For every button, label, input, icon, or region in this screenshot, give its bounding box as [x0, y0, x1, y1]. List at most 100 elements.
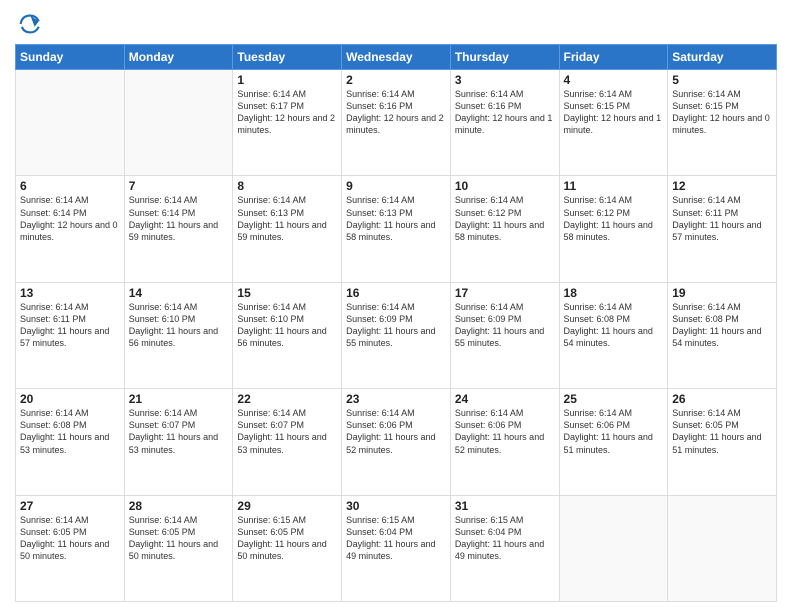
- calendar-cell: [16, 70, 125, 176]
- day-header-thursday: Thursday: [450, 45, 559, 70]
- page: SundayMondayTuesdayWednesdayThursdayFrid…: [0, 0, 792, 612]
- day-info: Sunrise: 6:14 AM Sunset: 6:13 PM Dayligh…: [237, 194, 337, 243]
- calendar-cell: 21Sunrise: 6:14 AM Sunset: 6:07 PM Dayli…: [124, 389, 233, 495]
- day-number: 24: [455, 392, 555, 406]
- day-number: 26: [672, 392, 772, 406]
- day-number: 17: [455, 286, 555, 300]
- day-info: Sunrise: 6:14 AM Sunset: 6:11 PM Dayligh…: [20, 301, 120, 350]
- day-info: Sunrise: 6:14 AM Sunset: 6:09 PM Dayligh…: [346, 301, 446, 350]
- calendar-cell: 2Sunrise: 6:14 AM Sunset: 6:16 PM Daylig…: [342, 70, 451, 176]
- calendar-cell: 5Sunrise: 6:14 AM Sunset: 6:15 PM Daylig…: [668, 70, 777, 176]
- calendar-cell: 31Sunrise: 6:15 AM Sunset: 6:04 PM Dayli…: [450, 495, 559, 601]
- calendar-cell: 9Sunrise: 6:14 AM Sunset: 6:13 PM Daylig…: [342, 176, 451, 282]
- calendar-cell: 25Sunrise: 6:14 AM Sunset: 6:06 PM Dayli…: [559, 389, 668, 495]
- day-number: 3: [455, 73, 555, 87]
- day-number: 18: [564, 286, 664, 300]
- day-info: Sunrise: 6:14 AM Sunset: 6:12 PM Dayligh…: [564, 194, 664, 243]
- day-number: 6: [20, 179, 120, 193]
- day-info: Sunrise: 6:14 AM Sunset: 6:08 PM Dayligh…: [564, 301, 664, 350]
- day-info: Sunrise: 6:14 AM Sunset: 6:17 PM Dayligh…: [237, 88, 337, 137]
- calendar-cell: 26Sunrise: 6:14 AM Sunset: 6:05 PM Dayli…: [668, 389, 777, 495]
- day-number: 14: [129, 286, 229, 300]
- calendar-cell: [668, 495, 777, 601]
- calendar-cell: [124, 70, 233, 176]
- day-number: 9: [346, 179, 446, 193]
- day-number: 10: [455, 179, 555, 193]
- day-number: 21: [129, 392, 229, 406]
- calendar-cell: 18Sunrise: 6:14 AM Sunset: 6:08 PM Dayli…: [559, 282, 668, 388]
- day-number: 11: [564, 179, 664, 193]
- calendar-cell: 29Sunrise: 6:15 AM Sunset: 6:05 PM Dayli…: [233, 495, 342, 601]
- calendar-cell: 11Sunrise: 6:14 AM Sunset: 6:12 PM Dayli…: [559, 176, 668, 282]
- day-number: 15: [237, 286, 337, 300]
- day-number: 8: [237, 179, 337, 193]
- day-number: 1: [237, 73, 337, 87]
- day-header-sunday: Sunday: [16, 45, 125, 70]
- calendar-week-row: 20Sunrise: 6:14 AM Sunset: 6:08 PM Dayli…: [16, 389, 777, 495]
- calendar-header-row: SundayMondayTuesdayWednesdayThursdayFrid…: [16, 45, 777, 70]
- day-number: 13: [20, 286, 120, 300]
- day-number: 29: [237, 499, 337, 513]
- calendar-cell: 20Sunrise: 6:14 AM Sunset: 6:08 PM Dayli…: [16, 389, 125, 495]
- calendar-cell: 24Sunrise: 6:14 AM Sunset: 6:06 PM Dayli…: [450, 389, 559, 495]
- day-number: 23: [346, 392, 446, 406]
- logo: [15, 10, 47, 38]
- calendar-cell: 6Sunrise: 6:14 AM Sunset: 6:14 PM Daylig…: [16, 176, 125, 282]
- day-number: 28: [129, 499, 229, 513]
- calendar-cell: 15Sunrise: 6:14 AM Sunset: 6:10 PM Dayli…: [233, 282, 342, 388]
- day-number: 27: [20, 499, 120, 513]
- day-number: 2: [346, 73, 446, 87]
- day-info: Sunrise: 6:15 AM Sunset: 6:05 PM Dayligh…: [237, 514, 337, 563]
- day-info: Sunrise: 6:14 AM Sunset: 6:12 PM Dayligh…: [455, 194, 555, 243]
- calendar-cell: 19Sunrise: 6:14 AM Sunset: 6:08 PM Dayli…: [668, 282, 777, 388]
- day-number: 7: [129, 179, 229, 193]
- day-info: Sunrise: 6:14 AM Sunset: 6:06 PM Dayligh…: [455, 407, 555, 456]
- day-number: 25: [564, 392, 664, 406]
- day-header-tuesday: Tuesday: [233, 45, 342, 70]
- calendar-cell: 4Sunrise: 6:14 AM Sunset: 6:15 PM Daylig…: [559, 70, 668, 176]
- day-number: 31: [455, 499, 555, 513]
- calendar-cell: 17Sunrise: 6:14 AM Sunset: 6:09 PM Dayli…: [450, 282, 559, 388]
- calendar-week-row: 13Sunrise: 6:14 AM Sunset: 6:11 PM Dayli…: [16, 282, 777, 388]
- calendar-cell: 22Sunrise: 6:14 AM Sunset: 6:07 PM Dayli…: [233, 389, 342, 495]
- day-info: Sunrise: 6:14 AM Sunset: 6:08 PM Dayligh…: [672, 301, 772, 350]
- calendar-cell: 14Sunrise: 6:14 AM Sunset: 6:10 PM Dayli…: [124, 282, 233, 388]
- day-info: Sunrise: 6:14 AM Sunset: 6:05 PM Dayligh…: [129, 514, 229, 563]
- day-info: Sunrise: 6:14 AM Sunset: 6:06 PM Dayligh…: [346, 407, 446, 456]
- calendar-table: SundayMondayTuesdayWednesdayThursdayFrid…: [15, 44, 777, 602]
- calendar-cell: [559, 495, 668, 601]
- calendar-cell: 3Sunrise: 6:14 AM Sunset: 6:16 PM Daylig…: [450, 70, 559, 176]
- day-info: Sunrise: 6:14 AM Sunset: 6:09 PM Dayligh…: [455, 301, 555, 350]
- day-info: Sunrise: 6:14 AM Sunset: 6:14 PM Dayligh…: [129, 194, 229, 243]
- day-info: Sunrise: 6:14 AM Sunset: 6:10 PM Dayligh…: [129, 301, 229, 350]
- calendar-cell: 7Sunrise: 6:14 AM Sunset: 6:14 PM Daylig…: [124, 176, 233, 282]
- header: [15, 10, 777, 38]
- day-info: Sunrise: 6:14 AM Sunset: 6:05 PM Dayligh…: [672, 407, 772, 456]
- calendar-cell: 1Sunrise: 6:14 AM Sunset: 6:17 PM Daylig…: [233, 70, 342, 176]
- day-info: Sunrise: 6:15 AM Sunset: 6:04 PM Dayligh…: [455, 514, 555, 563]
- calendar-week-row: 6 Sunrise: 6:14 AM Sunset: 6:14 PM Daylig…: [16, 176, 777, 282]
- day-header-saturday: Saturday: [668, 45, 777, 70]
- day-info: Sunrise: 6:14 AM Sunset: 6:07 PM Dayligh…: [129, 407, 229, 456]
- calendar-week-row: 27Sunrise: 6:14 AM Sunset: 6:05 PM Dayli…: [16, 495, 777, 601]
- day-header-wednesday: Wednesday: [342, 45, 451, 70]
- day-info: Sunrise: 6:14 AM Sunset: 6:13 PM Dayligh…: [346, 194, 446, 243]
- day-number: 16: [346, 286, 446, 300]
- calendar-cell: 28Sunrise: 6:14 AM Sunset: 6:05 PM Dayli…: [124, 495, 233, 601]
- day-info: Sunrise: 6:14 AM Sunset: 6:15 PM Dayligh…: [564, 88, 664, 137]
- day-info: Sunrise: 6:14 AM Sunset: 6:05 PM Dayligh…: [20, 514, 120, 563]
- day-info: Sunrise: 6:14 AM Sunset: 6:15 PM Dayligh…: [672, 88, 772, 137]
- calendar-cell: 27Sunrise: 6:14 AM Sunset: 6:05 PM Dayli…: [16, 495, 125, 601]
- day-info: Sunrise: 6:14 AM Sunset: 6:16 PM Dayligh…: [346, 88, 446, 137]
- day-header-friday: Friday: [559, 45, 668, 70]
- logo-icon: [15, 10, 43, 38]
- day-info: Sunrise: 6:14 AM Sunset: 6:08 PM Dayligh…: [20, 407, 120, 456]
- day-info: Sunrise: 6:14 AM Sunset: 6:06 PM Dayligh…: [564, 407, 664, 456]
- day-number: 5: [672, 73, 772, 87]
- day-number: 20: [20, 392, 120, 406]
- day-number: 22: [237, 392, 337, 406]
- calendar-cell: 30Sunrise: 6:15 AM Sunset: 6:04 PM Dayli…: [342, 495, 451, 601]
- day-info: Sunrise: 6:14 AM Sunset: 6:10 PM Dayligh…: [237, 301, 337, 350]
- day-number: 4: [564, 73, 664, 87]
- calendar-cell: 13Sunrise: 6:14 AM Sunset: 6:11 PM Dayli…: [16, 282, 125, 388]
